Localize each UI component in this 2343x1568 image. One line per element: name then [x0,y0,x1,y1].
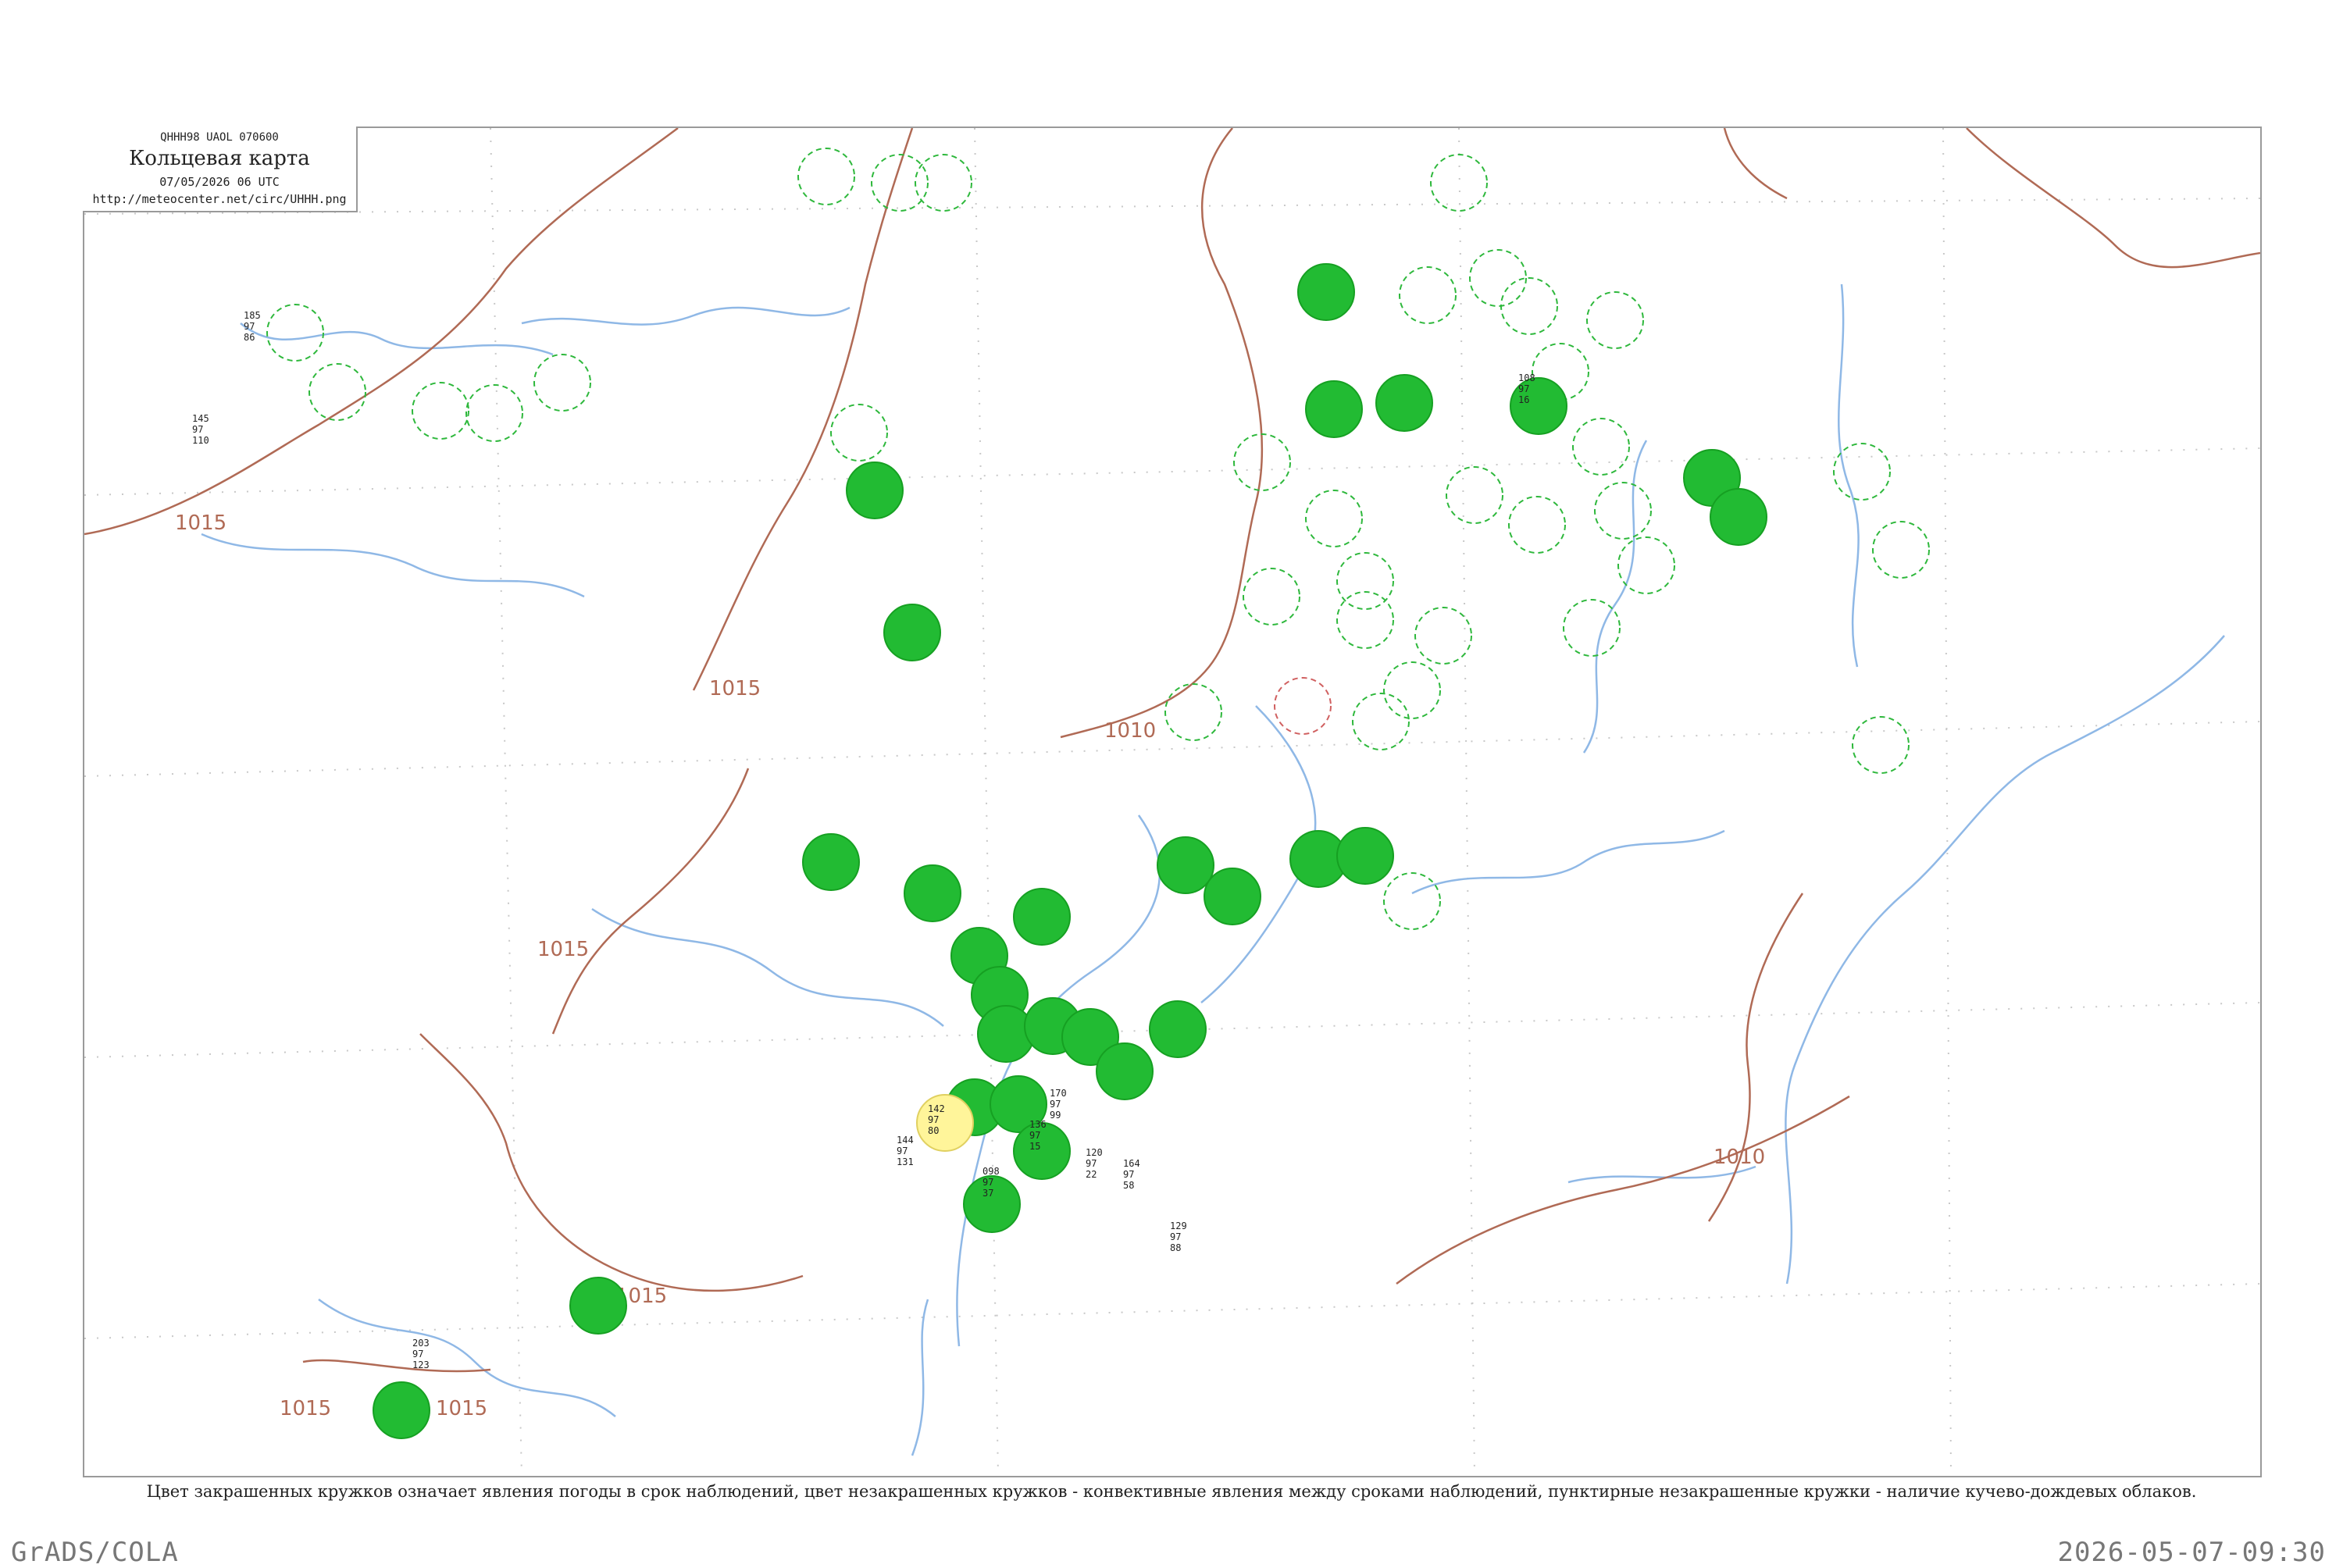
station-temp: 108 [1518,372,1535,383]
station-plot: 120 97 22 [1086,1147,1103,1180]
cb-rings [84,148,1930,930]
station-plot: 145 97 110 [192,413,209,446]
station-pressure: 97 [1050,1099,1061,1110]
station-plot: 203 97 123 [412,1338,430,1370]
footer-software-label: GrADS/COLA [11,1537,179,1568]
station-pressure: 97 [192,424,203,435]
station-dewpoint: 131 [897,1156,914,1167]
legend-caption: Цвет закрашенных кружков означает явлени… [146,1482,2197,1501]
station-plot: 144 97 131 [897,1135,914,1167]
station-dewpoint: 58 [1123,1180,1134,1191]
station-pressure: 97 [982,1177,993,1188]
grid-lines [84,128,2260,1476]
station-pressure: 97 [1518,383,1529,394]
footer-timestamp: 2026-05-07-09:30 [2057,1537,2326,1568]
station-pressure: 97 [412,1349,423,1360]
station-dewpoint: 80 [928,1125,939,1136]
isobar-label: 1015 [175,511,226,535]
isobar-label: 1010 [1714,1146,1765,1169]
station-dewpoint: 88 [1170,1242,1181,1253]
station-plot: 164 97 58 [1123,1158,1140,1191]
synoptic-map: 1015 1015 1010 1015 1015 1015 1015 1010 [83,127,2262,1477]
station-temp: 164 [1123,1158,1140,1169]
station-dewpoint: 99 [1050,1110,1061,1121]
map-title-box: QHHH98 UAOL 070600 Кольцевая карта 07/05… [83,127,358,212]
station-plot: 185 97 86 [244,310,261,343]
station-pressure: 97 [1086,1158,1097,1169]
station-temp: 145 [192,413,209,424]
station-dewpoint: 110 [192,435,209,446]
station-pressure: 97 [1029,1130,1040,1141]
isobar-label: 1015 [709,677,761,700]
station-dewpoint: 123 [412,1360,430,1370]
station-plot: 129 97 88 [1170,1221,1187,1253]
station-temp: 120 [1086,1147,1103,1158]
isobar-label: 1015 [436,1397,487,1420]
station-pressure: 97 [1170,1231,1181,1242]
station-temp: 170 [1050,1088,1067,1099]
station-temp: 144 [897,1135,914,1146]
station-pressure: 97 [1123,1169,1134,1180]
station-dewpoint: 37 [982,1188,993,1199]
station-temp: 136 [1029,1119,1047,1130]
station-temp: 142 [928,1103,945,1114]
map-title: Кольцевая карта [129,147,310,170]
weather-circles [373,263,1767,1439]
isobar-label: 1015 [280,1397,331,1420]
station-dewpoint: 15 [1029,1141,1040,1152]
station-pressure: 97 [244,321,255,332]
map-time: 07/05/2026 06 UTC [159,175,280,189]
station-temp: 203 [412,1338,430,1349]
station-temp: 129 [1170,1221,1187,1231]
source-url: http://meteocenter.net/circ/UHHH.png [92,192,347,206]
station-plot: 170 97 99 [1050,1088,1067,1121]
highlight-circle [916,1094,974,1152]
station-pressure: 97 [897,1146,908,1156]
station-pressure: 97 [928,1114,939,1125]
station-temp: 185 [244,310,261,321]
station-dewpoint: 86 [244,332,255,343]
bulletin-code: QHHH98 UAOL 070600 [160,131,279,144]
station-dewpoint: 16 [1518,394,1529,405]
station-dewpoint: 22 [1086,1169,1097,1180]
isobar-label: 1010 [1104,719,1156,743]
station-temp: 098 [982,1166,1000,1177]
isobar-label: 1015 [537,938,589,961]
isobars [84,128,2260,1373]
